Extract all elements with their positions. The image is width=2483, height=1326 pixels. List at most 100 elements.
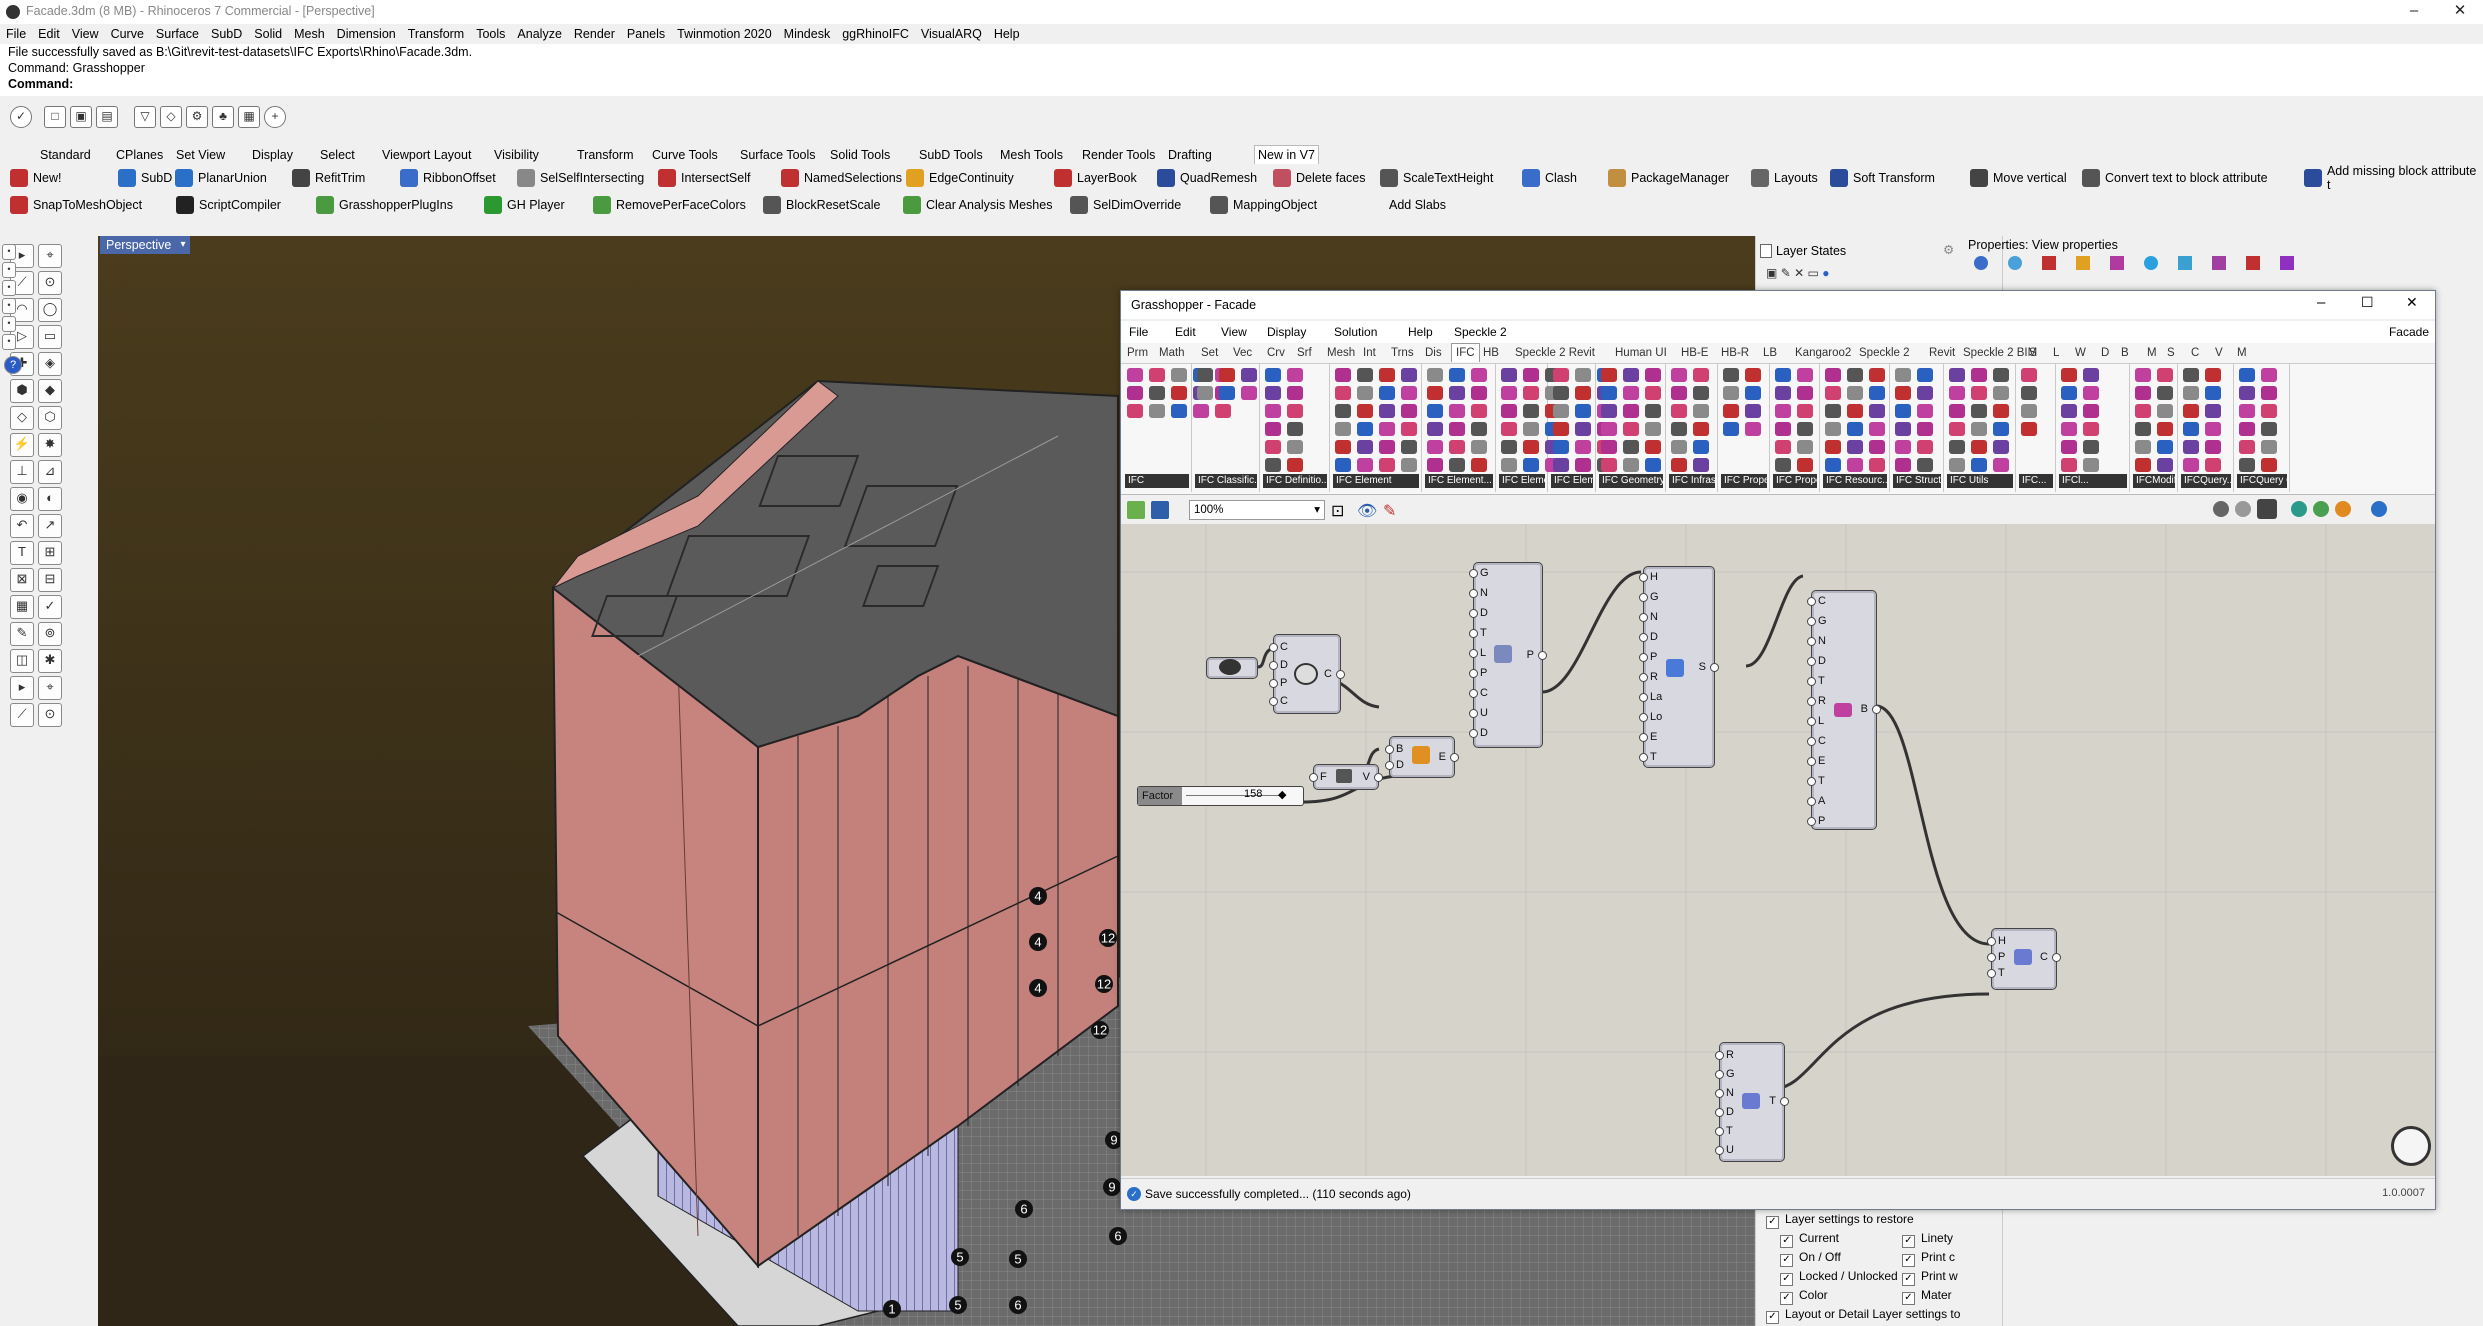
- gh-component-icon[interactable]: [2261, 386, 2277, 400]
- gh-component-icon[interactable]: [2261, 458, 2277, 472]
- gh-tab[interactable]: Int: [1363, 343, 1376, 363]
- gh-component-icon[interactable]: [1949, 404, 1965, 418]
- gh-component-icon[interactable]: [1265, 440, 1281, 454]
- menu-analyze[interactable]: Analyze: [511, 24, 567, 44]
- gh-component-icon[interactable]: [1127, 368, 1143, 382]
- gh-component-icon[interactable]: [1401, 368, 1417, 382]
- gh-component-icon[interactable]: [2239, 386, 2255, 400]
- output-port[interactable]: [1872, 705, 1881, 714]
- gh-tab[interactable]: Vec: [1233, 343, 1252, 363]
- input-port[interactable]: [1469, 689, 1478, 698]
- gh-component-icon[interactable]: [1357, 386, 1373, 400]
- gh-component-icon[interactable]: [1379, 458, 1395, 472]
- gh-component-icon[interactable]: [1471, 422, 1487, 436]
- input-port[interactable]: [1987, 937, 1996, 946]
- gh-tab[interactable]: B: [2121, 343, 2129, 363]
- output-port[interactable]: [1710, 663, 1719, 672]
- gh-component-icon[interactable]: [1427, 368, 1443, 382]
- toolbar-tab-drafting[interactable]: Drafting: [1168, 146, 1212, 164]
- gh-component-icon[interactable]: [1171, 404, 1187, 418]
- tool-icon[interactable]: ◫: [10, 649, 34, 673]
- tool-icon[interactable]: ✸: [38, 433, 62, 457]
- cube-icon[interactable]: ◇: [160, 106, 182, 128]
- component-1[interactable]: CDPCC: [1269, 634, 1345, 714]
- cmd-edgecontinuity-button[interactable]: EdgeContinuity: [906, 166, 1014, 190]
- gh-component-icon[interactable]: [2135, 386, 2151, 400]
- gh-component-icon[interactable]: [1971, 440, 1987, 454]
- input-port[interactable]: [1639, 633, 1648, 642]
- gh-component-icon[interactable]: [1797, 386, 1813, 400]
- grasshopper-window[interactable]: Grasshopper - Facade – ☐ ✕ Facade File Ed…: [1120, 290, 2436, 1210]
- gh-component-icon[interactable]: [2061, 440, 2077, 454]
- gh-component-icon[interactable]: [1197, 386, 1213, 400]
- tool-icon[interactable]: ⌖: [38, 244, 62, 268]
- gh-component-icon[interactable]: [1501, 458, 1517, 472]
- factor-slider[interactable]: Factor 158 ◆: [1137, 786, 1304, 806]
- tool-icon[interactable]: ▦: [10, 595, 34, 619]
- input-port[interactable]: [1309, 773, 1318, 782]
- cmd-grasshopperplugins-button[interactable]: GrasshopperPlugIns: [316, 193, 453, 217]
- gh-component-icon[interactable]: [1287, 368, 1303, 382]
- cmd-move-vertical-button[interactable]: Move vertical: [1970, 166, 2067, 190]
- cmd-quadremesh-button[interactable]: QuadRemesh: [1157, 166, 1257, 190]
- restore-option[interactable]: ✓ Mater: [1902, 1286, 1982, 1305]
- gh-component-icon[interactable]: [1379, 368, 1395, 382]
- gh-component-icon[interactable]: [1645, 458, 1661, 472]
- gh-tab[interactable]: Prm: [1127, 343, 1148, 363]
- gh-component-icon[interactable]: [1149, 368, 1165, 382]
- tool-icon[interactable]: ◯: [38, 298, 62, 322]
- cmd-gh-player-button[interactable]: GH Player: [484, 193, 565, 217]
- gh-tab[interactable]: S: [2029, 343, 2037, 363]
- menu-mindesk[interactable]: Mindesk: [778, 24, 837, 44]
- gh-component-icon[interactable]: [1449, 386, 1465, 400]
- tool-icon[interactable]: ↗: [38, 514, 62, 538]
- check-icon[interactable]: ✓: [10, 106, 32, 128]
- cmd-mappingobject-button[interactable]: MappingObject: [1210, 193, 1317, 217]
- gh-component-icon[interactable]: [1523, 458, 1539, 472]
- gh-component-icon[interactable]: [1917, 458, 1933, 472]
- tool-icon[interactable]: ⊠: [10, 568, 34, 592]
- gh-component-icon[interactable]: [1869, 422, 1885, 436]
- checkbox[interactable]: ✓: [1780, 1254, 1793, 1267]
- gh-menu-speckle-2[interactable]: Speckle 2: [1454, 325, 1507, 339]
- save-state-icon[interactable]: ▣: [1766, 266, 1777, 280]
- gh-component-icon[interactable]: [2261, 404, 2277, 418]
- gh-component-icon[interactable]: [1895, 368, 1911, 382]
- gh-component-icon[interactable]: [1693, 440, 1709, 454]
- gh-component-icon[interactable]: [1471, 440, 1487, 454]
- gh-tab[interactable]: Math: [1159, 343, 1185, 363]
- env-icon[interactable]: [2178, 256, 2192, 270]
- gh-component-icon[interactable]: [1575, 404, 1591, 418]
- gh-component-icon[interactable]: [1523, 386, 1539, 400]
- gh-component-icon[interactable]: [1869, 368, 1885, 382]
- gh-component-icon[interactable]: [1171, 368, 1187, 382]
- restore-option[interactable]: ✓ Print c: [1902, 1248, 1982, 1267]
- gh-component-icon[interactable]: [1553, 368, 1569, 382]
- tool-icon[interactable]: ◉: [10, 487, 34, 511]
- gh-component-icon[interactable]: [2183, 404, 2199, 418]
- menu-panels[interactable]: Panels: [621, 24, 671, 44]
- gh-component-icon[interactable]: [1623, 368, 1639, 382]
- gh-component-icon[interactable]: [2157, 386, 2173, 400]
- gh-component-icon[interactable]: [2205, 458, 2221, 472]
- tool-icon[interactable]: ⊚: [38, 622, 62, 646]
- gh-tab[interactable]: C: [2191, 343, 2199, 363]
- gh-component-icon[interactable]: [1449, 422, 1465, 436]
- texture-icon[interactable]: [2110, 256, 2124, 270]
- open-folder-icon[interactable]: ▭: [1808, 266, 1819, 280]
- gh-component-icon[interactable]: [1949, 422, 1965, 436]
- input-port[interactable]: [1807, 737, 1816, 746]
- gh-component-icon[interactable]: [1335, 368, 1351, 382]
- input-port[interactable]: [1715, 1146, 1724, 1155]
- gh-component-icon[interactable]: [2183, 386, 2199, 400]
- gh-tab[interactable]: Trns: [1391, 343, 1414, 363]
- gh-component-icon[interactable]: [2021, 386, 2037, 400]
- gh-component-icon[interactable]: [1825, 368, 1841, 382]
- command-prompt[interactable]: Command:: [0, 76, 2483, 92]
- gh-component-icon[interactable]: [1797, 368, 1813, 382]
- input-port[interactable]: [1469, 569, 1478, 578]
- gh-component-icon[interactable]: [1917, 386, 1933, 400]
- gh-component-icon[interactable]: [1825, 440, 1841, 454]
- checkbox[interactable]: ✓: [1902, 1292, 1915, 1305]
- input-port[interactable]: [1715, 1108, 1724, 1117]
